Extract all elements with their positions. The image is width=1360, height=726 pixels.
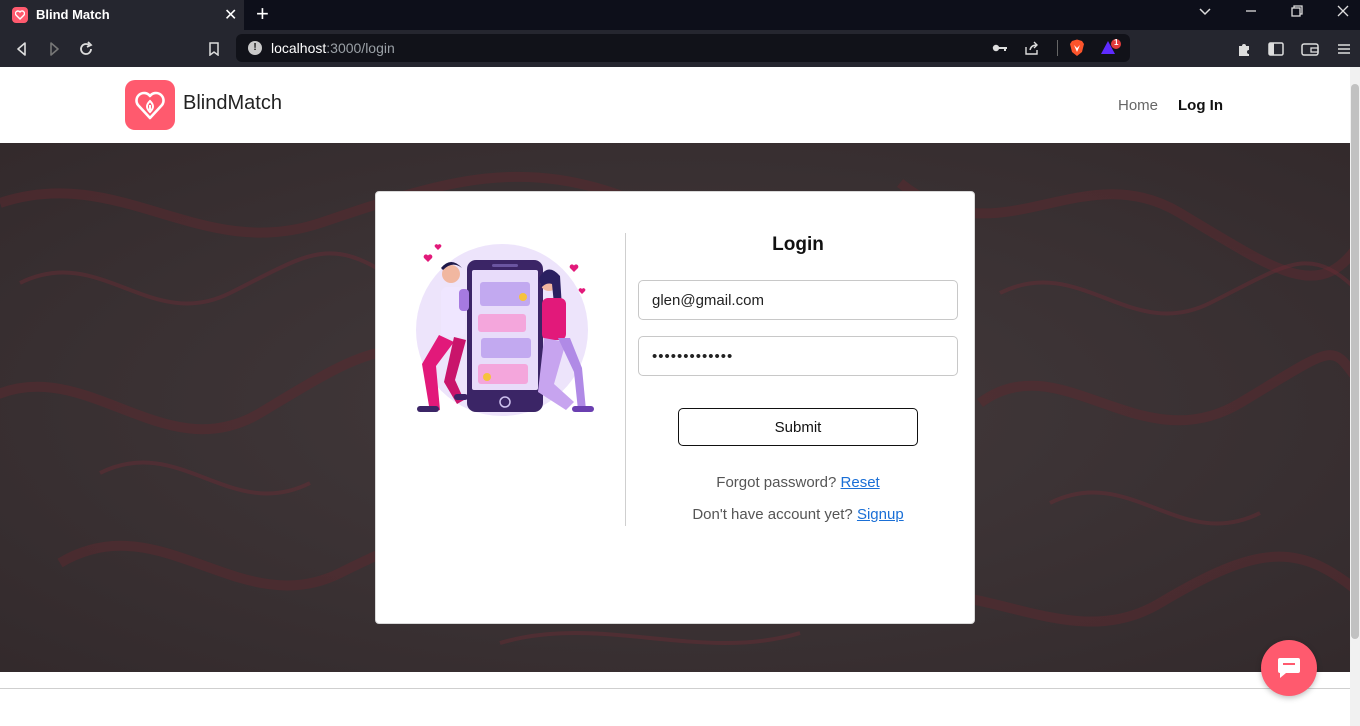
back-icon[interactable] (11, 38, 33, 60)
password-input[interactable] (638, 336, 958, 376)
forward-icon[interactable] (43, 38, 65, 60)
site-navbar: BlindMatch Home Log In (0, 67, 1350, 143)
submit-button[interactable]: Submit (678, 408, 918, 446)
new-tab-button[interactable]: + (256, 2, 269, 26)
forgot-password-text: Forgot password? (716, 474, 837, 491)
login-card: Login Submit Forgot password? Reset Don'… (375, 191, 975, 624)
menu-icon[interactable] (1333, 38, 1355, 60)
sidebar-icon[interactable] (1265, 38, 1287, 60)
rewards-badge: 1 (1114, 38, 1119, 47)
minimize-icon[interactable] (1244, 4, 1258, 21)
card-divider (625, 233, 626, 526)
site-info-icon[interactable]: ! (248, 41, 262, 55)
chat-bubble-icon (1278, 658, 1300, 678)
bookmark-icon[interactable] (203, 38, 225, 60)
key-icon[interactable] (989, 37, 1011, 59)
address-bar[interactable]: ! localhost:3000/login 1 (236, 34, 1130, 62)
email-input[interactable] (638, 280, 958, 320)
browser-tab-bar: Blind Match ✕ + (0, 0, 1360, 30)
nav-home-link[interactable]: Home (1118, 97, 1158, 114)
browser-toolbar: ! localhost:3000/login 1 (0, 30, 1360, 67)
brave-rewards-icon[interactable]: 1 (1100, 37, 1122, 59)
url-text: localhost:3000/login (271, 40, 395, 56)
share-icon[interactable] (1021, 37, 1043, 59)
reset-link[interactable]: Reset (841, 474, 880, 491)
login-title: Login (772, 234, 824, 255)
signup-text: Don't have account yet? (692, 506, 853, 523)
footer-divider (0, 688, 1350, 689)
brand-name[interactable]: BlindMatch (183, 92, 282, 115)
forgot-password-row: Forgot password? Reset (638, 474, 958, 491)
tab-search-icon[interactable] (1198, 4, 1212, 21)
nav-login-link[interactable]: Log In (1178, 97, 1223, 114)
browser-tab[interactable]: Blind Match ✕ (0, 0, 244, 30)
dating-app-illustration (416, 244, 594, 416)
brave-shields-icon[interactable] (1066, 37, 1088, 59)
reload-icon[interactable] (75, 38, 97, 60)
signup-link[interactable]: Signup (857, 506, 904, 523)
scrollbar-thumb[interactable] (1351, 84, 1359, 639)
chat-button[interactable] (1261, 640, 1317, 696)
omnibox-divider (1057, 40, 1058, 56)
wallet-icon[interactable] (1299, 38, 1321, 60)
signup-row: Don't have account yet? Signup (638, 506, 958, 523)
tab-title: Blind Match (36, 7, 110, 22)
extensions-icon[interactable] (1233, 38, 1255, 60)
tab-close-icon[interactable]: ✕ (224, 5, 237, 25)
blindmatch-favicon-icon (12, 7, 28, 23)
window-close-icon[interactable] (1336, 4, 1350, 21)
restore-icon[interactable] (1290, 4, 1304, 21)
blindmatch-logo-icon[interactable] (125, 80, 175, 130)
